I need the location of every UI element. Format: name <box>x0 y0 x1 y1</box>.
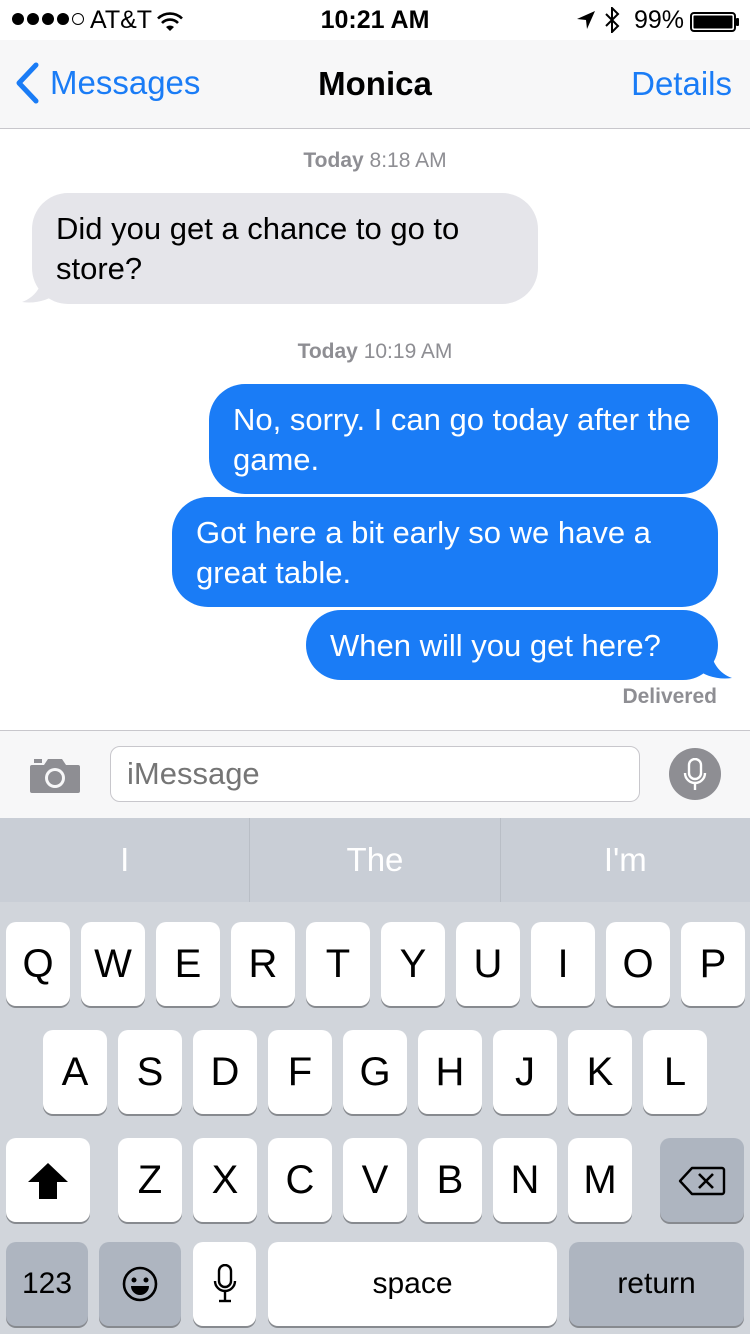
key-b[interactable]: B <box>418 1138 482 1222</box>
outgoing-message-bubble[interactable]: Got here a bit early so we have a great … <box>172 497 718 607</box>
emoji-icon <box>122 1266 158 1302</box>
key-i[interactable]: I <box>531 922 595 1006</box>
shift-arrow-icon <box>28 1163 68 1199</box>
microphone-icon <box>683 758 707 790</box>
key-s[interactable]: S <box>118 1030 182 1114</box>
key-p[interactable]: P <box>681 922 745 1006</box>
emoji-key[interactable] <box>99 1242 181 1326</box>
key-d[interactable]: D <box>193 1030 257 1114</box>
return-key[interactable]: return <box>569 1242 744 1326</box>
key-v[interactable]: V <box>343 1138 407 1222</box>
timestamp: Today 10:19 AM <box>0 340 750 364</box>
timestamp: Today 8:18 AM <box>0 149 750 173</box>
key-x[interactable]: X <box>193 1138 257 1222</box>
timestamp-time: 10:19 AM <box>363 340 453 363</box>
key-l[interactable]: L <box>643 1030 707 1114</box>
key-t[interactable]: T <box>306 922 370 1006</box>
battery-percentage: 99% <box>634 6 685 34</box>
status-bar: AT&T 10:21 AM 99% <box>0 0 750 40</box>
delete-key[interactable] <box>660 1138 744 1222</box>
message-input-bar <box>0 730 750 819</box>
delivery-status: Delivered <box>622 685 717 708</box>
bluetooth-icon <box>605 7 620 33</box>
shift-key[interactable] <box>6 1138 90 1222</box>
navigation-bar: Messages Monica Details <box>0 40 750 129</box>
key-c[interactable]: C <box>268 1138 332 1222</box>
key-e[interactable]: E <box>156 922 220 1006</box>
space-key[interactable]: space <box>268 1242 557 1326</box>
imessage-input[interactable] <box>110 746 640 802</box>
key-h[interactable]: H <box>418 1030 482 1114</box>
numbers-key[interactable]: 123 <box>6 1242 88 1326</box>
timestamp-day: Today <box>297 340 358 363</box>
incoming-message-bubble[interactable]: Did you get a chance to go to store? <box>32 193 538 304</box>
details-button[interactable]: Details <box>631 65 732 103</box>
key-g[interactable]: G <box>343 1030 407 1114</box>
predictive-bar: I The I'm <box>0 818 750 902</box>
key-y[interactable]: Y <box>381 922 445 1006</box>
suggestion-item[interactable]: I'm <box>501 818 750 902</box>
location-arrow-icon <box>577 11 595 29</box>
battery-icon <box>690 12 739 32</box>
key-j[interactable]: J <box>493 1030 557 1114</box>
suggestion-item[interactable]: I <box>0 818 251 902</box>
key-r[interactable]: R <box>231 922 295 1006</box>
key-n[interactable]: N <box>493 1138 557 1222</box>
dictation-key[interactable] <box>193 1242 256 1326</box>
key-k[interactable]: K <box>568 1030 632 1114</box>
key-z[interactable]: Z <box>118 1138 182 1222</box>
key-q[interactable]: Q <box>6 922 70 1006</box>
dictation-button[interactable] <box>669 748 721 800</box>
key-w[interactable]: W <box>81 922 145 1006</box>
outgoing-message-bubble[interactable]: When will you get here? <box>306 610 718 680</box>
key-f[interactable]: F <box>268 1030 332 1114</box>
microphone-icon <box>213 1264 237 1303</box>
key-u[interactable]: U <box>456 922 520 1006</box>
camera-icon[interactable] <box>28 755 82 795</box>
keyboard: I The I'm Q W E R T Y U I O P A S D F G … <box>0 818 750 1334</box>
timestamp-time: 8:18 AM <box>369 149 447 172</box>
outgoing-message-bubble[interactable]: No, sorry. I can go today after the game… <box>209 384 718 494</box>
key-o[interactable]: O <box>606 922 670 1006</box>
key-m[interactable]: M <box>568 1138 632 1222</box>
suggestion-item[interactable]: The <box>250 818 501 902</box>
backspace-icon <box>678 1166 726 1196</box>
key-a[interactable]: A <box>43 1030 107 1114</box>
timestamp-day: Today <box>303 149 364 172</box>
